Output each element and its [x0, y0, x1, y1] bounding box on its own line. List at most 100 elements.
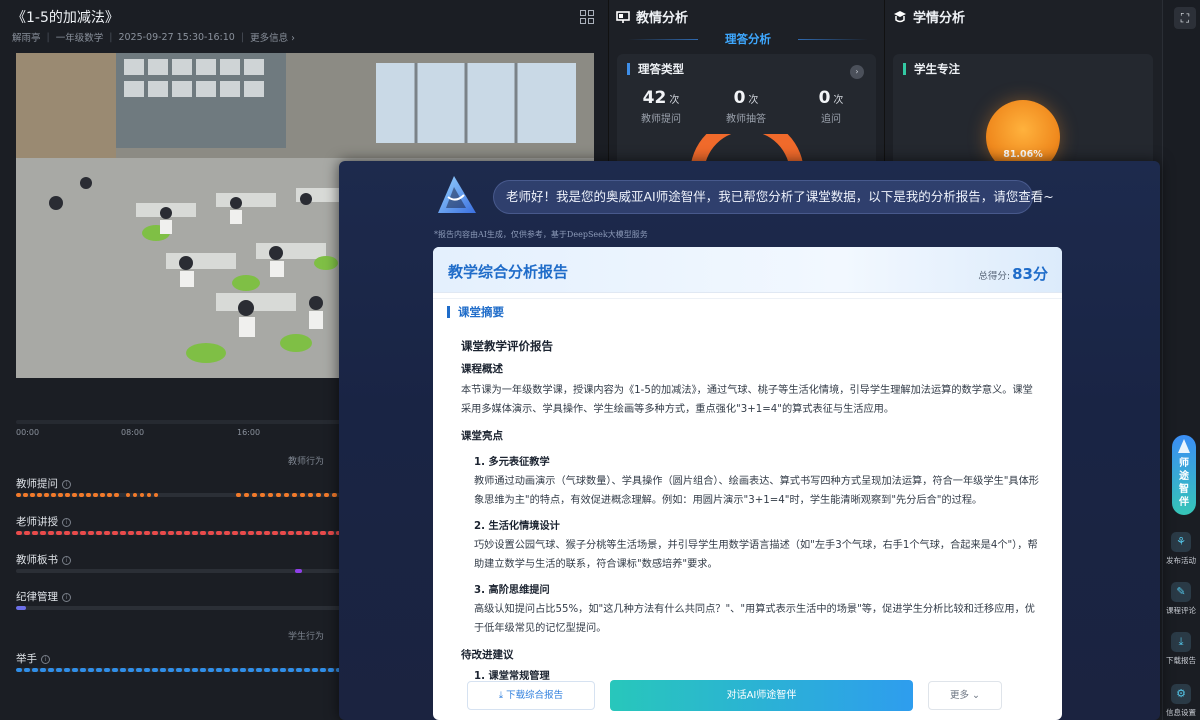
report-header: 教学综合分析报告 总得分: 83分 — [433, 247, 1062, 293]
subject-grade: 一年级数学 — [55, 33, 104, 44]
activity-segment — [140, 493, 144, 497]
tab-response-analysis[interactable]: 理答分析 — [624, 30, 872, 48]
activity-segment — [154, 493, 158, 497]
ai-assistant-button[interactable]: 师途智伴 — [1172, 435, 1196, 515]
track-teacher-lecture[interactable] — [16, 531, 346, 535]
stat-teacher-question: 42 次教师提问 — [641, 88, 681, 125]
activity-segment — [252, 493, 257, 497]
student-icon — [894, 10, 906, 22]
report-card: 教学综合分析报告 总得分: 83分 课堂摘要 课堂教学评价报告 课程概述 本节课为… — [433, 247, 1062, 720]
lesson-time: 2025-09-27 15:30-16:10 — [118, 31, 235, 43]
activity-segment — [64, 531, 70, 535]
grid-view-icon[interactable] — [580, 10, 594, 24]
activity-segment — [107, 493, 112, 497]
info-icon[interactable]: i — [62, 518, 71, 527]
track-discipline[interactable] — [16, 606, 346, 610]
activity-segment — [48, 668, 54, 672]
learning-analysis-title: 学情分析 — [913, 11, 966, 26]
activity-segment — [192, 531, 198, 535]
activity-segment — [126, 493, 130, 497]
ai-report-modal: 老师好！我是您的奥威亚AI师途智伴，我已帮您分析了课堂数据，以下是我的分析报告，… — [339, 161, 1160, 720]
activity-segment — [72, 531, 78, 535]
activity-segment — [93, 493, 98, 497]
highlight-title: 1. 多元表征教学 — [474, 457, 550, 468]
report-actions: ⤓ 下载综合报告 对话AI师途智伴 更多 ⌄ — [467, 680, 1002, 711]
chevron-right-icon[interactable]: › — [850, 65, 864, 79]
overview-text: 本节课为一年级数学课，授课内容为《1-5的加减法》，通过气球、桃子等生活化情境，… — [461, 385, 1033, 415]
activity-segment — [296, 531, 302, 535]
info-icon[interactable]: i — [62, 480, 71, 489]
activity-segment — [56, 531, 62, 535]
download-report-label: 下载报告 — [1166, 656, 1196, 665]
activity-segment — [268, 493, 273, 497]
activity-segment — [136, 531, 142, 535]
download-report-button[interactable]: ⤓ 下载报告 — [1162, 632, 1200, 666]
activity-segment — [256, 531, 262, 535]
activity-segment — [208, 531, 214, 535]
info-icon[interactable]: i — [41, 655, 50, 664]
track-teacher-question[interactable] — [16, 493, 346, 497]
teaching-analysis-header: 教情分析 — [616, 7, 688, 26]
student-focus-title: 学生专注 — [903, 63, 960, 75]
activity-segment — [16, 531, 22, 535]
timeline-scrubber[interactable] — [16, 420, 346, 424]
activity-segment — [192, 668, 198, 672]
info-icon[interactable]: i — [62, 593, 71, 602]
report-title: 教学综合分析报告 — [448, 263, 569, 281]
highlight-text: 巧妙设置公园气球、猴子分桃等生活场景，并引导学生用数学语言描述（如"左手3个气球… — [474, 540, 1038, 570]
activity-segment — [104, 668, 110, 672]
activity-segment — [312, 668, 318, 672]
activity-segment — [37, 493, 42, 497]
activity-segment — [114, 493, 119, 497]
activity-segment — [100, 493, 105, 497]
board-icon — [616, 10, 630, 23]
ai-disclaimer: *报告内容由AI生成，仅供参考，基于DeepSeek大模型服务 — [434, 230, 648, 239]
more-info-link[interactable]: 更多信息 › — [250, 30, 295, 44]
info-icon[interactable]: i — [62, 556, 71, 565]
highlights-heading: 课堂亮点 — [461, 430, 503, 442]
tick-label: 16:00 — [237, 428, 261, 437]
activity-segment — [280, 668, 286, 672]
learning-analysis-header: 学情分析 — [893, 7, 965, 26]
activity-segment — [160, 668, 166, 672]
lesson-title: 《1-5的加减法》 — [12, 10, 119, 26]
fullscreen-icon[interactable]: ⛶ — [1174, 7, 1196, 29]
total-score: 总得分: 83分 — [978, 265, 1048, 283]
activity-segment — [320, 531, 326, 535]
activity-segment — [292, 493, 297, 497]
activity-segment — [168, 531, 174, 535]
comment-icon: ✎ — [1171, 582, 1191, 602]
activity-segment — [272, 668, 278, 672]
publish-activity-button[interactable]: ⚘ 发布活动 — [1162, 532, 1200, 566]
tick-label: 00:00 — [16, 428, 40, 437]
info-settings-button[interactable]: ⚙ 信息设置 — [1162, 684, 1200, 718]
activity-segment — [48, 531, 54, 535]
download-report-action[interactable]: ⤓ 下载综合报告 — [467, 681, 595, 710]
activity-segment — [324, 493, 329, 497]
download-icon: ⤓ — [1171, 632, 1191, 652]
stat-follow-up: 0 次追问 — [818, 88, 844, 125]
activity-segment — [168, 668, 174, 672]
activity-segment — [88, 668, 94, 672]
activity-segment — [24, 668, 30, 672]
activity-segment — [86, 493, 91, 497]
activity-segment — [276, 493, 281, 497]
activity-segment — [244, 493, 249, 497]
track-board-writing[interactable] — [16, 569, 346, 573]
activity-segment — [236, 493, 241, 497]
row-hands-up: 举手 i — [16, 651, 50, 666]
teacher-behavior-label: 教师行为 — [288, 457, 325, 467]
activity-segment — [176, 531, 182, 535]
activity-segment — [260, 493, 265, 497]
activity-segment — [184, 531, 190, 535]
course-comment-button[interactable]: ✎ 课程评论 — [1162, 582, 1200, 616]
highlight-text: 教师通过动画演示（气球数量）、学具操作（圆片组合）、绘画表达、算式书写四种方式呈… — [474, 476, 1039, 506]
activity-segment — [240, 531, 246, 535]
teaching-analysis-title: 教情分析 — [636, 11, 689, 26]
activity-segment — [216, 668, 222, 672]
more-dropdown[interactable]: 更多 ⌄ — [928, 681, 1002, 710]
info-settings-label: 信息设置 — [1166, 708, 1196, 717]
chat-ai-button[interactable]: 对话AI师途智伴 — [610, 680, 913, 711]
track-hands-up[interactable] — [16, 668, 346, 672]
activity-segment — [208, 668, 214, 672]
